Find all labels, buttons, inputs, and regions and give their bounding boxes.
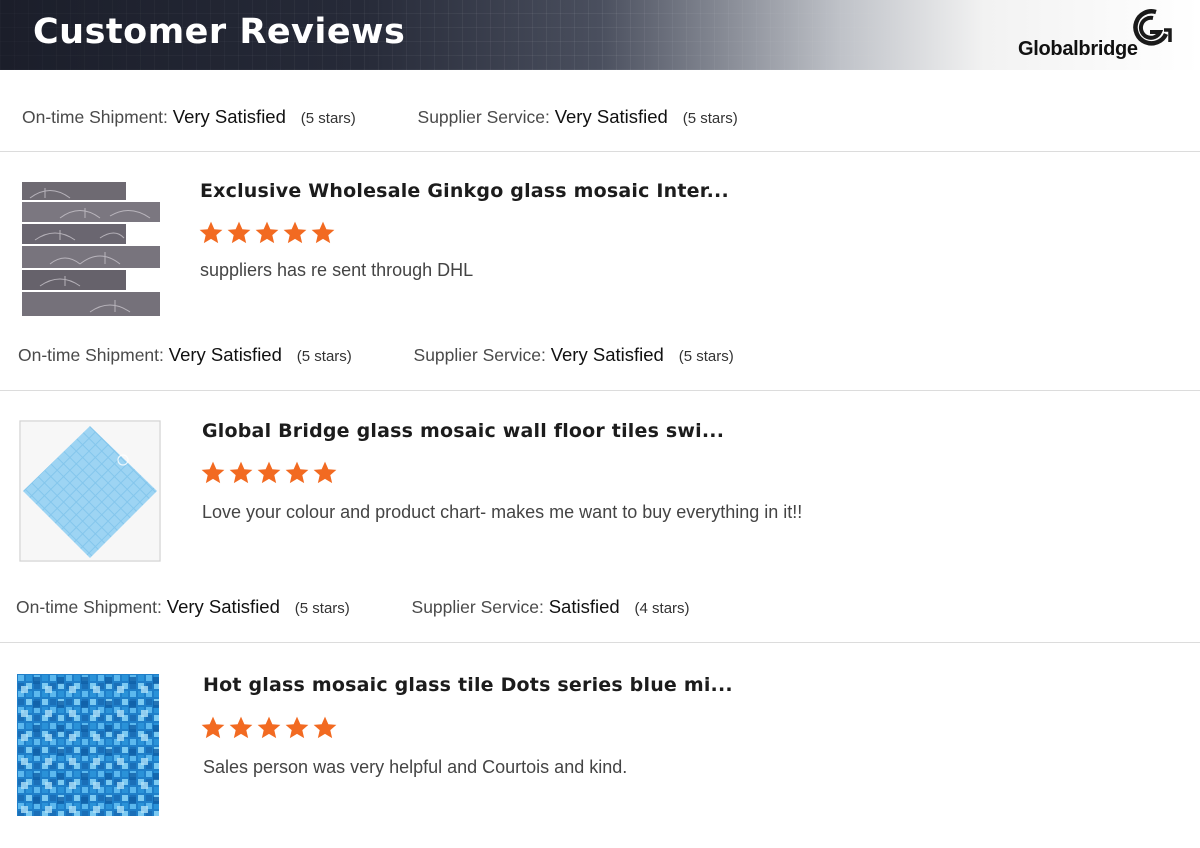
- divider: [0, 151, 1200, 152]
- service-stars: (5 stars): [682, 110, 738, 127]
- divider: [0, 642, 1200, 643]
- review-product-title[interactable]: Global Bridge glass mosaic wall floor ti…: [202, 420, 724, 442]
- star-icon: [199, 221, 223, 244]
- service-label: Supplier Service:: [417, 107, 550, 127]
- rating-summary-1: On-time Shipment: Very Satisfied (5 star…: [22, 106, 738, 128]
- star-icon: [201, 716, 225, 739]
- star-icon: [285, 716, 309, 739]
- logo-text: Globalbridge: [1018, 38, 1138, 60]
- blue-mosaic-sheet-image[interactable]: [19, 420, 161, 562]
- shipment-label: On-time Shipment:: [22, 107, 168, 127]
- shipment-value: Very Satisfied: [166, 596, 280, 617]
- shipment-stars: (5 stars): [296, 348, 352, 365]
- star-icon: [285, 461, 309, 484]
- dots-blue-mosaic-image[interactable]: [17, 674, 159, 816]
- globalbridge-logo[interactable]: Globalbridge: [1016, 8, 1191, 66]
- star-icon: [313, 716, 337, 739]
- service-label: Supplier Service:: [411, 597, 544, 617]
- page-title: Customer Reviews: [33, 12, 406, 52]
- divider: [0, 390, 1200, 391]
- service-stars: (5 stars): [678, 348, 734, 365]
- service-value: Very Satisfied: [550, 344, 664, 365]
- review-comment: Love your colour and product chart- make…: [202, 502, 803, 522]
- review-comment: Sales person was very helpful and Courto…: [203, 757, 628, 777]
- star-icon: [311, 221, 335, 244]
- shipment-label: On-time Shipment:: [16, 597, 162, 617]
- star-rating: [200, 715, 338, 741]
- star-icon: [313, 461, 337, 484]
- service-label: Supplier Service:: [413, 345, 546, 365]
- star-icon: [201, 461, 225, 484]
- star-rating: [198, 220, 336, 246]
- star-icon: [283, 221, 307, 244]
- star-icon: [257, 461, 281, 484]
- star-icon: [255, 221, 279, 244]
- star-icon: [227, 221, 251, 244]
- service-value: Satisfied: [548, 596, 620, 617]
- service-value: Very Satisfied: [554, 106, 668, 127]
- star-icon: [257, 716, 281, 739]
- shipment-value: Very Satisfied: [168, 344, 282, 365]
- shipment-stars: (5 stars): [294, 600, 350, 617]
- ginkgo-glass-mosaic-image[interactable]: [20, 178, 162, 320]
- review-comment: suppliers has re sent through DHL: [200, 260, 474, 280]
- rating-summary-2: On-time Shipment: Very Satisfied (5 star…: [18, 344, 734, 366]
- service-stars: (4 stars): [634, 600, 690, 617]
- shipment-value: Very Satisfied: [172, 106, 286, 127]
- review-product-title[interactable]: Hot glass mosaic glass tile Dots series …: [203, 674, 733, 696]
- shipment-label: On-time Shipment:: [18, 345, 164, 365]
- review-product-title[interactable]: Exclusive Wholesale Ginkgo glass mosaic …: [200, 180, 729, 202]
- header-banner: Customer Reviews Globalbridge: [0, 0, 1200, 70]
- shipment-stars: (5 stars): [300, 110, 356, 127]
- star-icon: [229, 716, 253, 739]
- rating-summary-3: On-time Shipment: Very Satisfied (5 star…: [16, 596, 690, 618]
- star-icon: [229, 461, 253, 484]
- star-rating: [200, 460, 338, 486]
- globalbridge-g-icon: [1133, 9, 1172, 46]
